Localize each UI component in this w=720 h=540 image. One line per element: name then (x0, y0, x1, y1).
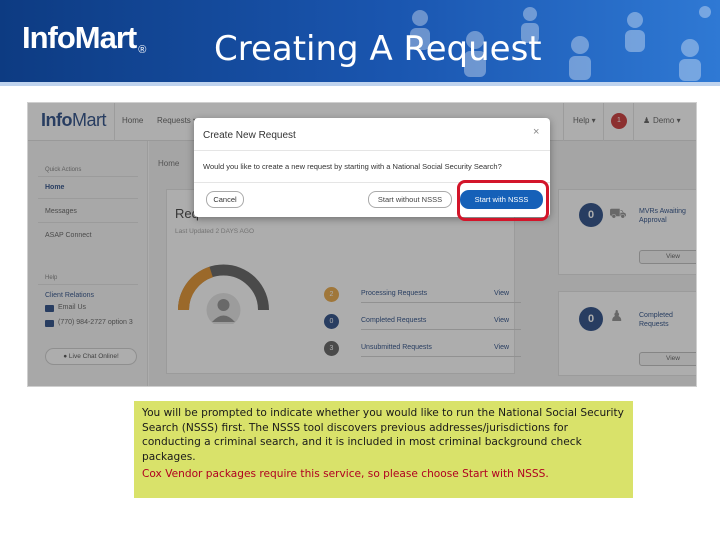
app-screenshot: InfoMart Home Requests ▾ Help ▾ 1 ♟ Demo… (27, 102, 697, 387)
start-without-nsss-button[interactable]: Start without NSSS (368, 191, 452, 208)
header-divider (0, 82, 720, 86)
caption-note: Cox Vendor packages require this service… (142, 468, 549, 480)
modal-question: Would you like to create a new request b… (203, 162, 502, 171)
highlight-annotation (457, 180, 549, 221)
close-icon[interactable]: × (533, 126, 539, 138)
instruction-caption: You will be prompted to indicate whether… (134, 401, 633, 498)
infomart-logo: InfoMart ® (22, 20, 146, 56)
modal-divider (194, 150, 550, 151)
modal-title: Create New Request (203, 130, 296, 141)
caption-paragraph: You will be prompted to indicate whether… (142, 407, 624, 463)
cancel-button[interactable]: Cancel (206, 191, 244, 208)
slide-title: Creating A Request (214, 29, 542, 69)
slide-header: InfoMart ® Creating A Request (0, 0, 720, 82)
